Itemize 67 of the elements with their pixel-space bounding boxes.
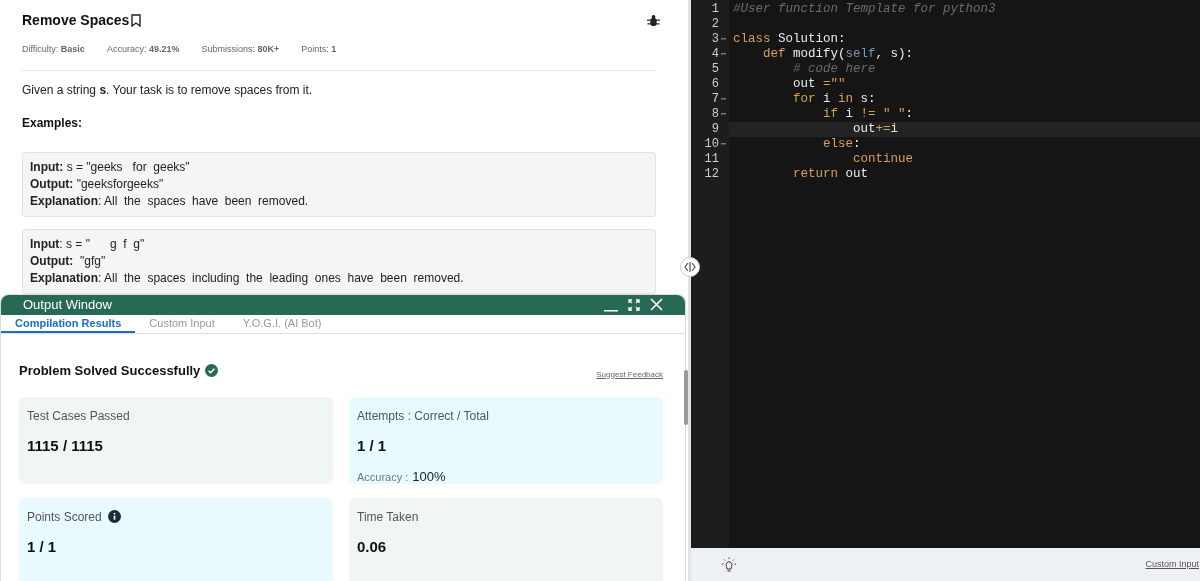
example-line: Output: "geeksforgeeks" [30, 175, 165, 193]
output-window-title: Output Window [23, 295, 112, 314]
examples-heading: Examples: [22, 114, 84, 132]
stat-label: Attempts : Correct / Total [357, 407, 489, 425]
code-line: class Solution: [732, 32, 846, 47]
problem-stat: Submissions: 80K+ [201, 43, 280, 56]
accuracy-value: 100% [412, 468, 446, 486]
expand-icon[interactable] [628, 298, 640, 311]
code-line: def modify(self, s): [762, 47, 914, 62]
fold-icon[interactable] [721, 98, 726, 101]
accuracy-label: Accuracy : [357, 470, 409, 485]
stat-label: Points Scored [27, 508, 102, 526]
code-line: if i != " ": [822, 107, 914, 122]
example-line: Input: s = "geeks for geeks" [30, 158, 191, 176]
line-number: 10 [704, 137, 719, 152]
line-number: 2 [711, 17, 719, 32]
code-line: return out [792, 167, 869, 182]
suggest-feedback-link[interactable]: Suggest Feedback [596, 368, 663, 381]
output-tab[interactable]: Compilation Results [1, 314, 136, 333]
example-line: Explanation: All the spaces including the leading ones have been removed. [30, 269, 465, 287]
resize-icon [684, 262, 696, 272]
line-number: 3 [711, 32, 719, 47]
code-line: else: [822, 137, 861, 152]
problem-stat: Points: 1 [301, 43, 337, 56]
fold-icon[interactable] [721, 53, 726, 56]
output-tab[interactable]: Y.O.G.I. (AI Bot) [228, 314, 336, 333]
lightbulb-icon[interactable] [721, 556, 737, 573]
stat-value: 1 / 1 [357, 435, 388, 456]
code-line: out+=i [852, 122, 899, 137]
stat-value: 1115 / 1115 [27, 435, 104, 456]
resize-handle[interactable] [680, 257, 700, 277]
stat-value: 0.06 [357, 536, 388, 557]
status-message: Problem Solved Successfully [19, 362, 201, 380]
example-line: Output: "gfg" [30, 252, 107, 270]
line-number: 12 [704, 167, 719, 182]
line-number: 9 [711, 122, 719, 137]
line-number: 5 [711, 62, 719, 77]
problem-stat: Difficulty: Basic [22, 43, 85, 56]
line-number: 6 [711, 77, 719, 92]
fold-icon[interactable] [721, 113, 726, 116]
code-line: # code here [792, 62, 876, 77]
line-number: 7 [711, 92, 719, 107]
bookmark-icon[interactable] [131, 14, 142, 27]
code-line: for i in s: [792, 92, 876, 107]
close-icon[interactable] [650, 298, 663, 311]
problem-title: Remove Spaces [22, 11, 130, 30]
custom-input-link[interactable]: Custom Input [1145, 557, 1199, 572]
output-tab[interactable]: Custom Input [135, 314, 229, 333]
line-number: 4 [711, 47, 719, 62]
stat-label: Time Taken [357, 508, 419, 526]
code-line: #User function Template for python3 [732, 2, 996, 17]
fold-icon[interactable] [721, 38, 726, 41]
problem-stat: Accuracy: 49.21% [106, 43, 180, 56]
code-line: continue [852, 152, 914, 167]
scrollbar [684, 370, 688, 425]
example-line: Explanation: All the spaces have been removed. [30, 192, 310, 210]
stat-label: Test Cases Passed [27, 407, 130, 425]
code-line: out ="" [792, 77, 846, 92]
stat-value: 1 / 1 [27, 536, 58, 557]
check-circle-icon [205, 364, 219, 378]
line-number: 11 [704, 152, 719, 167]
fold-icon[interactable] [721, 143, 726, 146]
example-line: Input: s = " g f g" [30, 235, 146, 253]
line-number: 8 [711, 107, 719, 122]
line-number: 1 [711, 2, 719, 17]
bug-icon[interactable] [647, 14, 660, 27]
problem-statement: Given a string s. Your task is to remove spaces from it. [22, 81, 314, 99]
